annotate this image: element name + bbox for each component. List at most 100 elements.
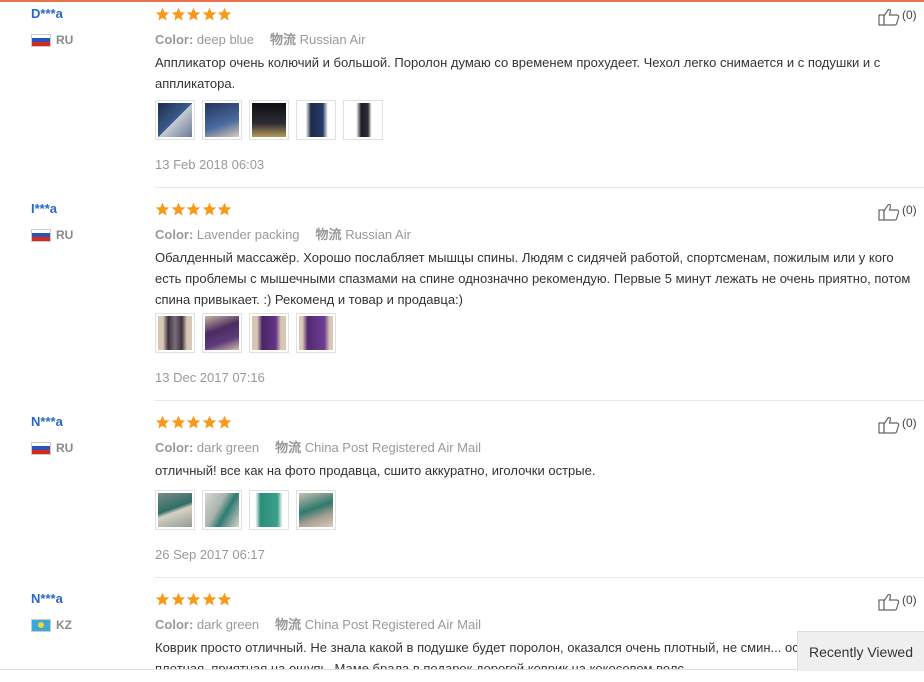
star-rating	[155, 415, 233, 431]
star-icon	[186, 415, 201, 429]
star-icon	[217, 592, 232, 606]
review-photo-thumbnail[interactable]	[249, 490, 289, 530]
like-count: (0)	[902, 8, 917, 22]
country-code: RU	[56, 228, 74, 242]
thumbs-up-icon	[878, 203, 900, 221]
review-photo-thumbnail[interactable]	[202, 490, 242, 530]
review-date: 26 Sep 2017 06:17	[155, 547, 265, 562]
review-photo-thumbnail[interactable]	[155, 100, 195, 140]
star-rating	[155, 592, 233, 608]
shipping-value: China Post Registered Air Mail	[304, 440, 482, 455]
shipping-label: 物流	[275, 440, 302, 455]
review-photo-thumbnail[interactable]	[202, 313, 242, 353]
review-photo-thumbnail[interactable]	[296, 100, 336, 140]
review-photo-thumbnail[interactable]	[202, 100, 242, 140]
reviewer-name[interactable]: I***a	[31, 201, 57, 216]
review-date: 13 Dec 2017 07:16	[155, 370, 265, 385]
shipping-value: Russian Air	[299, 32, 366, 47]
color-value: deep blue	[196, 32, 255, 47]
reviewer-country: RU	[31, 33, 73, 47]
bottom-divider	[0, 669, 924, 670]
photo-list	[155, 313, 343, 353]
star-icon	[217, 415, 232, 429]
review-divider	[155, 187, 924, 188]
thumbs-up-icon	[878, 416, 900, 434]
color-value: dark green	[196, 440, 260, 455]
country-code: RU	[56, 441, 74, 455]
color-label: Color:	[155, 440, 194, 455]
star-icon	[155, 592, 170, 606]
review-photo-thumbnail[interactable]	[296, 490, 336, 530]
like-button[interactable]: (0)	[878, 593, 917, 611]
review-meta: Color: dark green 物流 China Post Registere…	[155, 614, 481, 633]
russia-flag-icon	[31, 441, 51, 455]
recently-viewed-button[interactable]: Recently Viewed	[797, 631, 924, 671]
like-count: (0)	[902, 416, 917, 430]
star-icon	[186, 7, 201, 21]
review-meta: Color: deep blue 物流 Russian Air	[155, 29, 365, 48]
thumbs-up-icon	[878, 8, 900, 26]
like-button[interactable]: (0)	[878, 203, 917, 221]
like-button[interactable]: (0)	[878, 8, 917, 26]
review-divider	[155, 577, 924, 578]
star-icon	[171, 202, 185, 216]
star-icon	[186, 202, 201, 216]
photo-list	[155, 490, 343, 530]
star-icon	[171, 7, 185, 21]
review-meta: Color: dark green 物流 China Post Registere…	[155, 437, 481, 456]
reviewer-country: RU	[31, 441, 73, 455]
review-item: I***a RU Color: Lavender packing 物流 Russi…	[0, 195, 924, 401]
review-text: Аппликатор очень колючий и большой. Поро…	[155, 55, 881, 91]
reviewer-name[interactable]: N***a	[31, 591, 63, 606]
reviewer-country: RU	[31, 228, 73, 242]
star-icon	[202, 7, 216, 21]
star-icon	[155, 202, 170, 216]
review-photo-thumbnail[interactable]	[155, 313, 195, 353]
star-rating	[155, 202, 233, 218]
russia-flag-icon	[31, 228, 51, 242]
recently-viewed-label: Recently Viewed	[808, 643, 914, 660]
review-divider	[155, 400, 924, 401]
shipping-label: 物流	[275, 617, 302, 632]
review-date: 13 Feb 2018 06:03	[155, 157, 265, 172]
color-label: Color:	[155, 617, 194, 632]
color-value: Lavender packing	[196, 227, 300, 242]
review-item: N***a RU Color: dark green 物流 China Post …	[0, 408, 924, 578]
star-rating	[155, 7, 233, 23]
country-code: RU	[56, 33, 74, 47]
shipping-label: 物流	[270, 32, 297, 47]
color-value: dark green	[196, 617, 260, 632]
review-photo-thumbnail[interactable]	[155, 490, 195, 530]
star-icon	[186, 592, 201, 606]
review-text: Обалденный массажёр. Хорошо послабляет м…	[155, 250, 911, 307]
star-icon	[202, 415, 216, 429]
star-icon	[202, 592, 216, 606]
review-item: D***a RU Color: deep blue 物流 Russian Air …	[0, 0, 924, 188]
russia-flag-icon	[31, 33, 51, 47]
like-count: (0)	[902, 203, 917, 217]
star-icon	[217, 202, 232, 216]
review-photo-thumbnail[interactable]	[249, 100, 289, 140]
thumbs-up-icon	[878, 593, 900, 611]
reviewer-country: KZ	[31, 618, 72, 632]
star-icon	[202, 202, 216, 216]
shipping-value: China Post Registered Air Mail	[304, 617, 482, 632]
star-icon	[171, 592, 185, 606]
review-photo-thumbnail[interactable]	[343, 100, 383, 140]
star-icon	[171, 415, 185, 429]
star-icon	[155, 7, 170, 21]
country-code: KZ	[56, 618, 72, 632]
review-meta: Color: Lavender packing 物流 Russian Air	[155, 224, 411, 243]
like-button[interactable]: (0)	[878, 416, 917, 434]
reviewer-name[interactable]: N***a	[31, 414, 63, 429]
review-item: N***a KZ Color: dark green 物流 China Post …	[0, 585, 924, 670]
review-text: отличный! все как на фото продавца, сшит…	[155, 463, 596, 478]
review-photo-thumbnail[interactable]	[296, 313, 336, 353]
color-label: Color:	[155, 32, 194, 47]
shipping-label: 物流	[315, 227, 342, 242]
review-photo-thumbnail[interactable]	[249, 313, 289, 353]
shipping-value: Russian Air	[345, 227, 411, 242]
photo-list	[155, 100, 390, 140]
reviewer-name[interactable]: D***a	[31, 6, 63, 21]
kazakhstan-flag-icon	[31, 618, 51, 632]
